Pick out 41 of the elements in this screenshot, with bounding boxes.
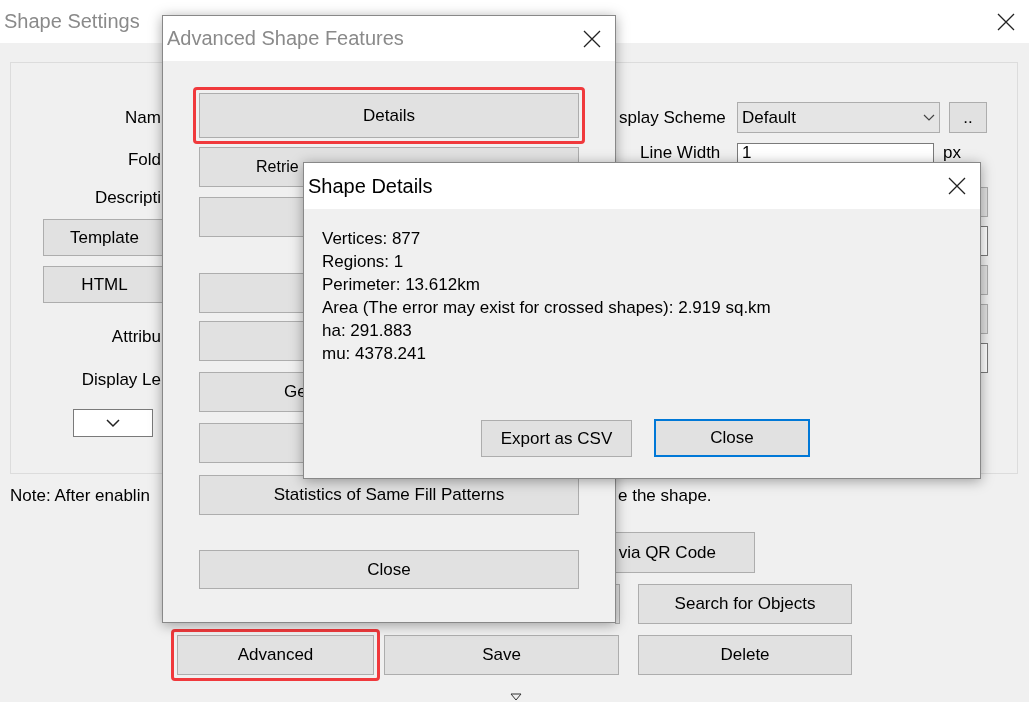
line-width-field[interactable]: 1 bbox=[737, 143, 934, 162]
field-label: Fold bbox=[127, 150, 161, 170]
close-icon bbox=[948, 177, 966, 195]
detail-text: Perimeter: 13.612km bbox=[322, 274, 480, 296]
button[interactable]: Delete bbox=[638, 635, 852, 675]
close-icon bbox=[583, 29, 601, 48]
field-label: Nam bbox=[125, 108, 161, 128]
button[interactable]: Search for Objects bbox=[638, 584, 852, 624]
button[interactable]: Template bbox=[43, 219, 165, 256]
detail-text: Vertices: 877 bbox=[322, 228, 421, 250]
close-button[interactable]: Close bbox=[199, 550, 579, 589]
field-label: splay Scheme bbox=[619, 108, 726, 128]
button[interactable]: Advanced bbox=[177, 635, 374, 675]
button[interactable]: Details bbox=[199, 93, 579, 138]
unit-label: px bbox=[943, 144, 961, 161]
dropdown[interactable] bbox=[73, 409, 153, 437]
button[interactable]: Export as CSV bbox=[481, 420, 632, 457]
button[interactable]: Close bbox=[654, 419, 810, 457]
more-button[interactable]: .. bbox=[949, 102, 987, 133]
select-field[interactable]: Default bbox=[737, 102, 940, 133]
expand-triangle-icon bbox=[510, 693, 522, 701]
detail-text: ha: 291.883 bbox=[322, 320, 412, 342]
close-icon bbox=[997, 12, 1015, 31]
button[interactable]: HTML bbox=[43, 266, 165, 303]
chevron-down-icon bbox=[106, 418, 120, 428]
button[interactable]: Save bbox=[384, 635, 619, 675]
button[interactable]: Statistics of Same Fill Patterns bbox=[199, 475, 579, 515]
detail-text: Area (The error may exist for crossed shapes): 2.919 sq.km bbox=[322, 297, 771, 319]
chevron-down-icon bbox=[923, 113, 935, 122]
window-title: Shape Details bbox=[308, 174, 433, 198]
detail-text: Regions: 1 bbox=[322, 251, 404, 273]
button[interactable]: via QR Code bbox=[615, 532, 755, 573]
field-label: Descripti bbox=[94, 188, 161, 208]
note-text: Note: After enablin bbox=[10, 486, 150, 506]
window-title: Shape Settings bbox=[4, 10, 140, 33]
note-text: e the shape. bbox=[618, 486, 712, 506]
field-label: Attribu bbox=[111, 327, 161, 347]
detail-text: mu: 4378.241 bbox=[322, 343, 426, 365]
window-title: Advanced Shape Features bbox=[167, 27, 404, 50]
field-label: Display Le bbox=[81, 370, 161, 390]
field-label: Line Width bbox=[640, 144, 721, 161]
